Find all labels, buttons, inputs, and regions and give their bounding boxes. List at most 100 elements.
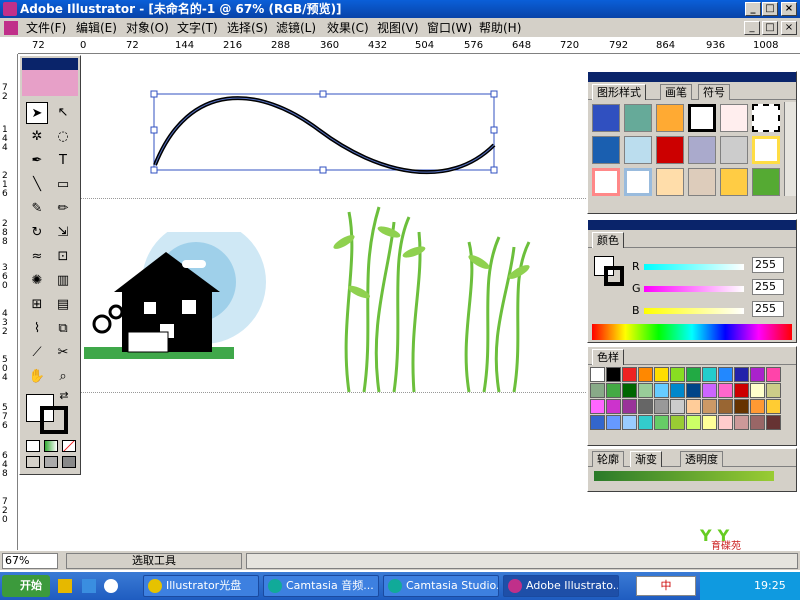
menu-view[interactable]: 视图(V) (377, 20, 419, 36)
free-transform-tool-icon[interactable]: ⊡ (52, 246, 74, 268)
swatch-cell[interactable] (702, 415, 717, 430)
swatch-cell[interactable] (622, 383, 637, 398)
hand-tool-icon[interactable]: ✋ (26, 366, 48, 388)
style-swatch[interactable] (624, 104, 652, 132)
swatch-cell[interactable] (638, 399, 653, 414)
zoom-tool-icon[interactable]: ⌕ (52, 366, 74, 388)
swatch-cell[interactable] (606, 399, 621, 414)
style-swatch[interactable] (720, 168, 748, 196)
menu-select[interactable]: 选择(S) (227, 20, 268, 36)
swatch-cell[interactable] (590, 367, 605, 382)
swatch-cell[interactable] (606, 415, 621, 430)
swatch-cell[interactable] (622, 367, 637, 382)
scissors-tool-icon[interactable]: ✂ (52, 342, 74, 364)
swatch-cell[interactable] (638, 415, 653, 430)
r-value-input[interactable]: 255 (752, 257, 784, 273)
type-tool-icon[interactable]: T (52, 150, 74, 172)
close-button[interactable]: × (781, 2, 797, 16)
menu-window[interactable]: 窗口(W) (427, 20, 472, 36)
swatch-cell[interactable] (670, 383, 685, 398)
swatch-cell[interactable] (638, 383, 653, 398)
menu-object[interactable]: 对象(O) (126, 20, 169, 36)
grass-illustration[interactable] (319, 202, 549, 402)
style-swatch[interactable] (752, 136, 780, 164)
minimize-button[interactable]: _ (745, 2, 761, 16)
stroke-color-swatch[interactable] (40, 406, 68, 434)
styles-scrollbar[interactable] (784, 102, 796, 196)
house-illustration[interactable] (84, 232, 274, 372)
quicklaunch-icon[interactable] (58, 579, 72, 593)
style-swatch[interactable] (688, 136, 716, 164)
quicklaunch-icon[interactable] (82, 579, 96, 593)
tab-gradient[interactable]: 渐变 (630, 451, 662, 467)
start-button[interactable]: 开始 (2, 575, 50, 597)
swatch-cell[interactable] (606, 383, 621, 398)
mesh-tool-icon[interactable]: ⊞ (26, 294, 48, 316)
swatch-cell[interactable] (734, 415, 749, 430)
taskbar-item-camtasia-studio[interactable]: Camtasia Studio... (383, 575, 499, 597)
paintbrush-tool-icon[interactable]: ✎ (26, 198, 48, 220)
style-swatch[interactable] (656, 168, 684, 196)
swatch-cell[interactable] (766, 367, 781, 382)
swatch-cell[interactable] (718, 383, 733, 398)
menu-type[interactable]: 文字(T) (177, 20, 218, 36)
tab-color[interactable]: 颜色 (592, 232, 624, 248)
selection-tool-icon[interactable]: ➤ (26, 102, 48, 124)
blend-tool-icon[interactable]: ⧉ (52, 318, 74, 340)
swatch-cell[interactable] (622, 415, 637, 430)
menu-file[interactable]: 文件(F) (26, 20, 66, 36)
menu-effect[interactable]: 效果(C) (327, 20, 369, 36)
swap-colors-icon[interactable]: ⇄ (56, 388, 72, 404)
swatch-cell[interactable] (654, 399, 669, 414)
swatch-cell[interactable] (686, 399, 701, 414)
eyedropper-tool-icon[interactable]: ⌇ (26, 318, 48, 340)
swatch-cell[interactable] (718, 415, 733, 430)
swatch-cell[interactable] (702, 367, 717, 382)
swatch-cell[interactable] (718, 399, 733, 414)
tab-swatches[interactable]: 色样 (592, 349, 624, 365)
gradient-tool-icon[interactable]: ▤ (52, 294, 74, 316)
taskbar-item-camtasia-audio[interactable]: Camtasia 音频... (263, 575, 379, 597)
swatch-cell[interactable] (766, 383, 781, 398)
taskbar-item-illustrator[interactable]: Adobe Illustrato... (503, 575, 619, 597)
swatch-cell[interactable] (670, 367, 685, 382)
quicklaunch-icon[interactable] (104, 579, 118, 593)
swatch-cell[interactable] (750, 367, 765, 382)
style-swatch[interactable] (592, 104, 620, 132)
style-swatch[interactable] (720, 104, 748, 132)
b-value-input[interactable]: 255 (752, 301, 784, 317)
screen-mode-full-icon[interactable] (62, 456, 76, 468)
swatch-cell[interactable] (590, 415, 605, 430)
style-swatch[interactable] (624, 136, 652, 164)
swatch-cell[interactable] (750, 415, 765, 430)
swatch-cell[interactable] (590, 383, 605, 398)
menu-filter[interactable]: 滤镜(L) (276, 20, 316, 36)
swatch-cell[interactable] (702, 399, 717, 414)
swatch-cell[interactable] (766, 415, 781, 430)
style-swatch[interactable] (688, 104, 716, 132)
rectangle-tool-icon[interactable]: ▭ (52, 174, 74, 196)
scale-tool-icon[interactable]: ⇲ (52, 222, 74, 244)
doc-minimize-button[interactable]: _ (744, 21, 760, 35)
tab-stroke[interactable]: 轮廓 (592, 451, 624, 467)
g-value-input[interactable]: 255 (752, 279, 784, 295)
swatch-cell[interactable] (686, 367, 701, 382)
tab-graphic-styles[interactable]: 图形样式 (592, 84, 646, 100)
style-swatch[interactable] (592, 168, 620, 196)
r-slider[interactable] (644, 264, 744, 270)
selected-curve-path[interactable] (149, 90, 499, 175)
swatch-cell[interactable] (734, 383, 749, 398)
swatch-cell[interactable] (638, 367, 653, 382)
doc-close-button[interactable]: × (781, 21, 797, 35)
swatch-cell[interactable] (750, 383, 765, 398)
swatch-cell[interactable] (766, 399, 781, 414)
maximize-button[interactable]: □ (762, 2, 778, 16)
none-mode-icon[interactable] (62, 440, 76, 452)
tab-symbols[interactable]: 符号 (698, 84, 730, 100)
gradient-mode-icon[interactable] (44, 440, 58, 452)
direct-selection-tool-icon[interactable]: ↖ (52, 102, 74, 124)
rotate-tool-icon[interactable]: ↻ (26, 222, 48, 244)
tab-transparency[interactable]: 透明度 (680, 451, 723, 467)
pen-tool-icon[interactable]: ✒ (26, 150, 48, 172)
artboard-canvas[interactable] (19, 54, 586, 550)
